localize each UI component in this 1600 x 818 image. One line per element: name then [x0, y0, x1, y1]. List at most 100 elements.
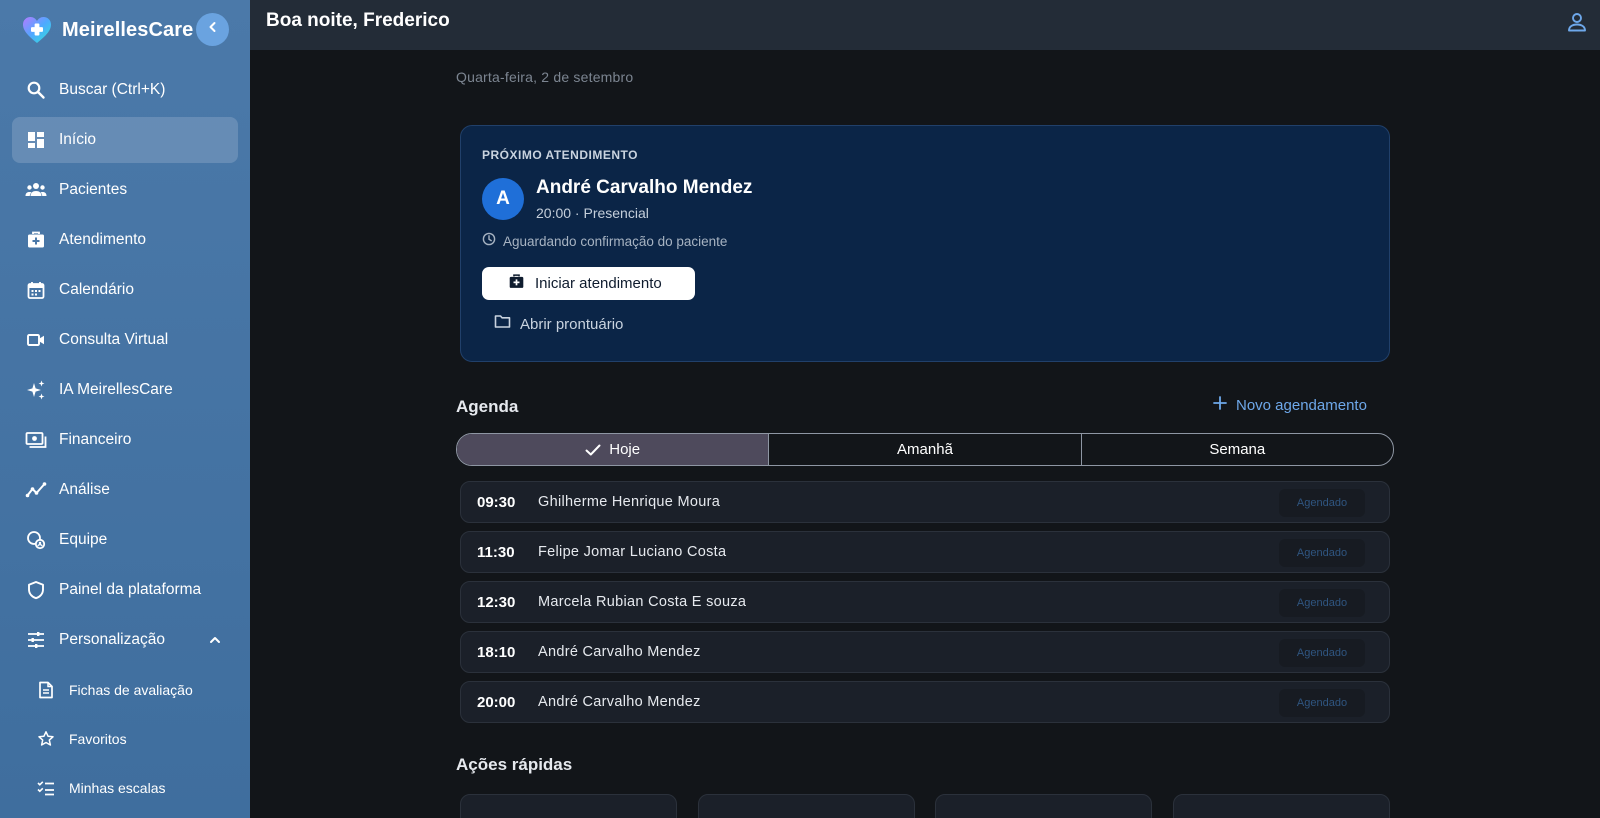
top-bar: Boa noite, Frederico: [250, 0, 1600, 50]
tab-amanha[interactable]: Amanhã: [768, 434, 1080, 465]
open-record-button[interactable]: Abrir prontuário: [494, 310, 623, 338]
app-root: MeirellesCare Buscar (Ctrl+K) Início Pac…: [0, 0, 1600, 818]
new-appointment-button[interactable]: Novo agendamento: [1213, 396, 1367, 415]
sidebar-item-label: Atendimento: [59, 231, 147, 248]
sidebar-item-analise[interactable]: Análise: [12, 467, 238, 513]
status-badge: Agendado: [1279, 589, 1365, 617]
heart-logo-icon: [20, 14, 54, 46]
sidebar-subitem-label: Favoritos: [69, 730, 127, 747]
chevron-left-icon: [206, 20, 220, 39]
sidebar-item-label: Análise: [59, 481, 110, 498]
appointment-patient: André Carvalho Mendez: [538, 644, 701, 660]
sidebar-item-ia[interactable]: IA MeirellesCare: [12, 367, 238, 413]
status-badge: Agendado: [1279, 539, 1365, 567]
sidebar-subitem-escalas[interactable]: Minhas escalas: [12, 765, 238, 810]
appointment-time: 20:00: [477, 694, 516, 711]
tune-icon: [24, 628, 48, 652]
appointment-time: 18:10: [477, 644, 516, 661]
analytics-icon: [24, 478, 48, 502]
plus-icon: [1213, 396, 1227, 415]
tab-label: Semana: [1209, 441, 1266, 458]
sidebar-item-painel[interactable]: Painel da plataforma: [12, 567, 238, 613]
collapse-sidebar-button[interactable]: [196, 13, 229, 46]
sidebar-nav: Buscar (Ctrl+K) Início Pacientes Atendim…: [12, 67, 238, 814]
tab-semana[interactable]: Semana: [1080, 434, 1393, 465]
agenda-range-tabs: Hoje Amanhã Semana: [456, 433, 1394, 466]
calendar-icon: [24, 278, 48, 302]
quick-action-card[interactable]: [460, 794, 677, 818]
sidebar-item-label: Equipe: [59, 531, 108, 548]
sidebar-subitem-favoritos[interactable]: Favoritos: [12, 716, 238, 761]
sidebar-item-label: Consulta Virtual: [59, 331, 169, 348]
new-appointment-label: Novo agendamento: [1236, 397, 1367, 414]
sidebar-subitem-label: Minhas escalas: [69, 779, 166, 796]
patient-name: André Carvalho Mendez: [536, 177, 753, 198]
list-item[interactable]: 20:00 André Carvalho Mendez Agendado: [460, 681, 1390, 723]
appointment-patient: Ghilherme Henrique Moura: [538, 494, 721, 510]
brand[interactable]: MeirellesCare: [20, 14, 193, 46]
sidebar-subitem-fichas[interactable]: Fichas de avaliação: [12, 667, 238, 712]
status-text: Aguardando confirmação do paciente: [503, 234, 728, 249]
team-icon: [24, 528, 48, 552]
sidebar-item-consulta-virtual[interactable]: Consulta Virtual: [12, 317, 238, 363]
quick-action-card[interactable]: [698, 794, 915, 818]
quick-action-card[interactable]: [935, 794, 1152, 818]
list-item[interactable]: 11:30 Felipe Jomar Luciano Costa Agendad…: [460, 531, 1390, 573]
sidebar-item-atendimento[interactable]: Atendimento: [12, 217, 238, 263]
sidebar-item-calendario[interactable]: Calendário: [12, 267, 238, 313]
list-item[interactable]: 18:10 André Carvalho Mendez Agendado: [460, 631, 1390, 673]
tab-label: Amanhã: [897, 441, 953, 458]
sidebar-item-personalizacao[interactable]: Personalização: [12, 617, 238, 663]
sidebar-item-label: Início: [59, 131, 97, 148]
agenda-title: Agenda: [456, 397, 519, 416]
appointment-time: 11:30: [477, 544, 515, 561]
appointment-meta: 20:00 · Presencial: [536, 205, 649, 221]
checklist-icon: [36, 778, 56, 798]
status-badge: Agendado: [1279, 689, 1365, 717]
sidebar-item-label: Buscar (Ctrl+K): [59, 81, 166, 98]
appointment-patient: Felipe Jomar Luciano Costa: [538, 544, 727, 560]
sidebar-item-inicio[interactable]: Início: [12, 117, 238, 163]
medical-bag-icon: [24, 228, 48, 252]
next-appointment-label: PRÓXIMO ATENDIMENTO: [482, 148, 638, 162]
sidebar-item-pacientes[interactable]: Pacientes: [12, 167, 238, 213]
sidebar-item-label: Calendário: [59, 281, 134, 298]
shield-icon: [24, 578, 48, 602]
open-record-label: Abrir prontuário: [520, 315, 624, 333]
start-appointment-button[interactable]: Iniciar atendimento: [482, 267, 695, 300]
user-icon: [1566, 11, 1588, 38]
dashboard-icon: [24, 128, 48, 152]
sidebar-subitem-label: Fichas de avaliação: [69, 681, 193, 698]
greeting-title: Boa noite, Frederico: [266, 10, 450, 31]
check-icon: [585, 443, 601, 457]
document-icon: [36, 680, 56, 700]
medical-bag-icon: [508, 273, 525, 295]
tab-label: Hoje: [609, 441, 641, 458]
sidebar: MeirellesCare Buscar (Ctrl+K) Início Pac…: [0, 0, 250, 818]
clock-icon: [482, 232, 496, 251]
money-icon: [24, 428, 48, 452]
folder-icon: [494, 314, 511, 334]
appointment-time: 09:30: [477, 494, 516, 511]
tab-hoje[interactable]: Hoje: [457, 434, 769, 465]
appointment-patient: Marcela Rubian Costa E souza: [538, 594, 747, 610]
sidebar-item-label: Personalização: [59, 631, 165, 648]
sidebar-item-search[interactable]: Buscar (Ctrl+K): [12, 67, 238, 113]
appointment-status: Aguardando confirmação do paciente: [482, 232, 727, 251]
star-icon: [36, 729, 56, 749]
video-camera-icon: [24, 328, 48, 352]
sidebar-item-equipe[interactable]: Equipe: [12, 517, 238, 563]
brand-name: MeirellesCare: [62, 18, 194, 41]
list-item[interactable]: 12:30 Marcela Rubian Costa E souza Agend…: [460, 581, 1390, 623]
appointment-time: 12:30: [477, 594, 516, 611]
quick-actions-title: Ações rápidas: [456, 755, 573, 774]
search-icon: [24, 78, 48, 102]
quick-action-card[interactable]: [1173, 794, 1390, 818]
sidebar-item-financeiro[interactable]: Financeiro: [12, 417, 238, 463]
chevron-up-icon[interactable]: [206, 631, 224, 649]
sparkles-icon: [24, 378, 48, 402]
account-button[interactable]: [1564, 11, 1590, 37]
list-item[interactable]: 09:30 Ghilherme Henrique Moura Agendado: [460, 481, 1390, 523]
next-appointment-card: PRÓXIMO ATENDIMENTO A André Carvalho Men…: [460, 125, 1390, 362]
sidebar-item-label: IA MeirellesCare: [59, 381, 173, 398]
